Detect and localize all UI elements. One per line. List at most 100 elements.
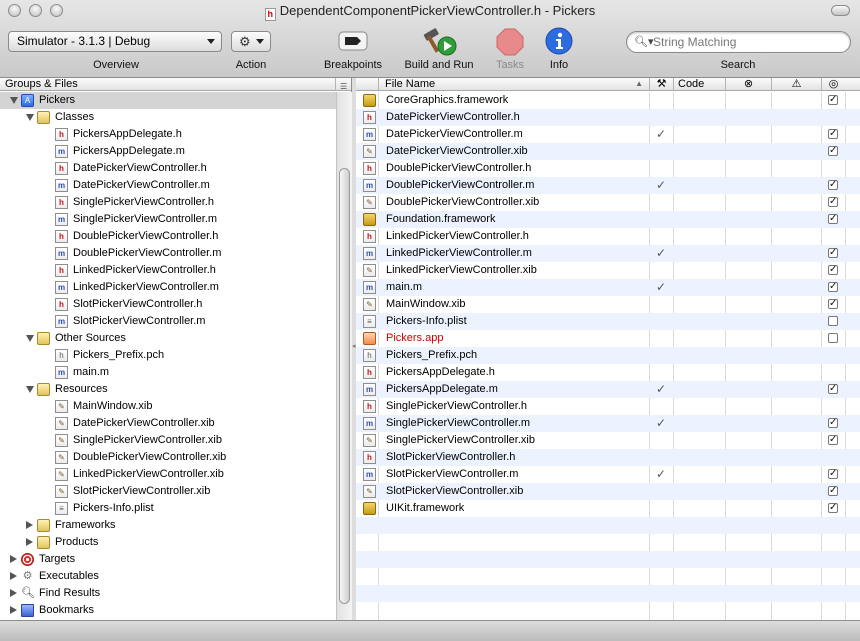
action-button[interactable]: ⚙ [231,31,271,52]
file-row[interactable]: m DatePickerViewController.m ✓ ✓ [356,126,860,143]
disclosure-closed-icon[interactable] [10,589,17,597]
disclosure-closed-icon[interactable] [26,538,33,546]
target-membership-checkbox[interactable]: ✓ [828,265,838,275]
target-membership-checkbox[interactable] [828,316,838,326]
sidebar-item[interactable]: ✎ LinkedPickerViewController.xib [0,466,336,483]
target-membership-checkbox[interactable]: ✓ [828,248,838,258]
target-membership-checkbox[interactable] [828,333,838,343]
file-row[interactable]: Pickers.app [356,330,860,347]
sidebar-scrollbar[interactable] [336,92,352,620]
sidebar-item[interactable]: h SinglePickerViewController.h [0,194,336,211]
target-membership-checkbox[interactable]: ✓ [828,129,838,139]
disclosure-open-icon[interactable] [26,386,34,393]
code-column[interactable]: Code [673,78,725,91]
sidebar-item[interactable]: m LinkedPickerViewController.m [0,279,336,296]
file-row[interactable]: m SinglePickerViewController.m ✓ ✓ [356,415,860,432]
file-row[interactable]: m SlotPickerViewController.m ✓ ✓ [356,466,860,483]
sidebar-item[interactable]: Resources [0,381,336,398]
file-row[interactable]: CoreGraphics.framework ✓ [356,92,860,109]
sidebar-item[interactable]: h PickersAppDelegate.h [0,126,336,143]
file-row[interactable]: h SlotPickerViewController.h [356,449,860,466]
file-row[interactable]: ✎ LinkedPickerViewController.xib ✓ [356,262,860,279]
file-name-column[interactable]: File Name ▲ [378,78,649,91]
sidebar-item[interactable]: m SlotPickerViewController.m [0,313,336,330]
sidebar-item[interactable]: m DatePickerViewController.m [0,177,336,194]
sidebar-item[interactable]: ⚙ Executables [0,568,336,585]
sidebar-item[interactable]: h Pickers_Prefix.pch [0,347,336,364]
sidebar-item[interactable]: Bookmarks [0,602,336,619]
sidebar-item[interactable]: ✎ MainWindow.xib [0,398,336,415]
sidebar-item[interactable]: Targets [0,551,336,568]
file-row[interactable]: ✎ DoublePickerViewController.xib ✓ [356,194,860,211]
sidebar-item[interactable]: m SinglePickerViewController.m [0,211,336,228]
target-membership-checkbox[interactable]: ✓ [828,95,838,105]
target-membership-checkbox[interactable]: ✓ [828,503,838,513]
disclosure-open-icon[interactable] [10,97,18,104]
disclosure-closed-icon[interactable] [26,521,33,529]
file-row[interactable]: h PickersAppDelegate.h [356,364,860,381]
file-row[interactable]: ✎ DatePickerViewController.xib ✓ [356,143,860,160]
sidebar-item[interactable]: m DoublePickerViewController.m [0,245,336,262]
sidebar-item[interactable]: h DatePickerViewController.h [0,160,336,177]
warnings-column[interactable]: ⚠ [771,78,821,91]
build-column[interactable]: ⚒ [649,78,673,91]
sidebar-item[interactable]: Other Sources [0,330,336,347]
file-row[interactable]: h DatePickerViewController.h [356,109,860,126]
target-membership-checkbox[interactable]: ✓ [828,418,838,428]
errors-column[interactable]: ⊗ [725,78,771,91]
file-row[interactable]: ✎ MainWindow.xib ✓ [356,296,860,313]
sidebar-item[interactable]: h LinkedPickerViewController.h [0,262,336,279]
target-column[interactable]: ◎ [821,78,845,91]
sidebar-item[interactable]: h SlotPickerViewController.h [0,296,336,313]
file-row[interactable]: h LinkedPickerViewController.h [356,228,860,245]
sidebar-item[interactable]: ✎ SlotPickerViewController.xib [0,483,336,500]
target-membership-checkbox[interactable]: ✓ [828,435,838,445]
file-row[interactable]: m PickersAppDelegate.m ✓ ✓ [356,381,860,398]
sidebar-item[interactable]: m PickersAppDelegate.m [0,143,336,160]
toolbar-toggle-button[interactable] [831,5,850,16]
sidebar-item[interactable]: ✎ DatePickerViewController.xib [0,415,336,432]
sidebar-item[interactable]: ✎ SinglePickerViewController.xib [0,432,336,449]
file-row[interactable]: m LinkedPickerViewController.m ✓ ✓ [356,245,860,262]
tasks-button[interactable] [496,28,524,56]
target-membership-checkbox[interactable]: ✓ [828,146,838,156]
sidebar-item[interactable]: 🔍︎ Find Results [0,585,336,602]
sidebar-item[interactable]: Frameworks [0,517,336,534]
sidebar-item[interactable]: ≡ Pickers-Info.plist [0,500,336,517]
file-row[interactable]: ✎ SinglePickerViewController.xib ✓ [356,432,860,449]
file-row[interactable]: m main.m ✓ ✓ [356,279,860,296]
target-membership-checkbox[interactable]: ✓ [828,486,838,496]
overview-popup[interactable]: Simulator - 3.1.3 | Debug [8,31,222,52]
file-row[interactable]: Foundation.framework ✓ [356,211,860,228]
file-row[interactable]: h Pickers_Prefix.pch [356,347,860,364]
target-membership-checkbox[interactable]: ✓ [828,180,838,190]
file-row[interactable]: h DoublePickerViewController.h [356,160,860,177]
search-input[interactable] [653,34,843,50]
sidebar-item[interactable]: ✎ DoublePickerViewController.xib [0,449,336,466]
file-row[interactable]: UIKit.framework ✓ [356,500,860,517]
breakpoints-button[interactable] [337,30,369,52]
target-membership-checkbox[interactable]: ✓ [828,197,838,207]
target-membership-checkbox[interactable]: ✓ [828,384,838,394]
sidebar-item[interactable]: m main.m [0,364,336,381]
sidebar-item[interactable]: h DoublePickerViewController.h [0,228,336,245]
info-button[interactable] [545,27,573,55]
disclosure-closed-icon[interactable] [10,572,17,580]
target-membership-checkbox[interactable]: ✓ [828,469,838,479]
sidebar-item[interactable]: Products [0,534,336,551]
disclosure-open-icon[interactable] [26,114,34,121]
file-row[interactable]: ✎ SlotPickerViewController.xib ✓ [356,483,860,500]
target-membership-checkbox[interactable]: ✓ [828,282,838,292]
disclosure-closed-icon[interactable] [10,555,17,563]
search-field[interactable]: 🔍︎▾ [626,31,851,53]
target-membership-checkbox[interactable]: ✓ [828,214,838,224]
sidebar-item[interactable]: A Pickers [0,92,336,109]
file-row[interactable]: ≡ Pickers-Info.plist [356,313,860,330]
disclosure-closed-icon[interactable] [10,606,17,614]
sidebar-item[interactable]: Classes [0,109,336,126]
file-type-column[interactable] [356,78,378,91]
target-membership-checkbox[interactable]: ✓ [828,299,838,309]
sidebar-scroll-thumb[interactable] [339,168,350,604]
build-and-run-button[interactable] [420,25,458,57]
file-row[interactable]: h SinglePickerViewController.h [356,398,860,415]
